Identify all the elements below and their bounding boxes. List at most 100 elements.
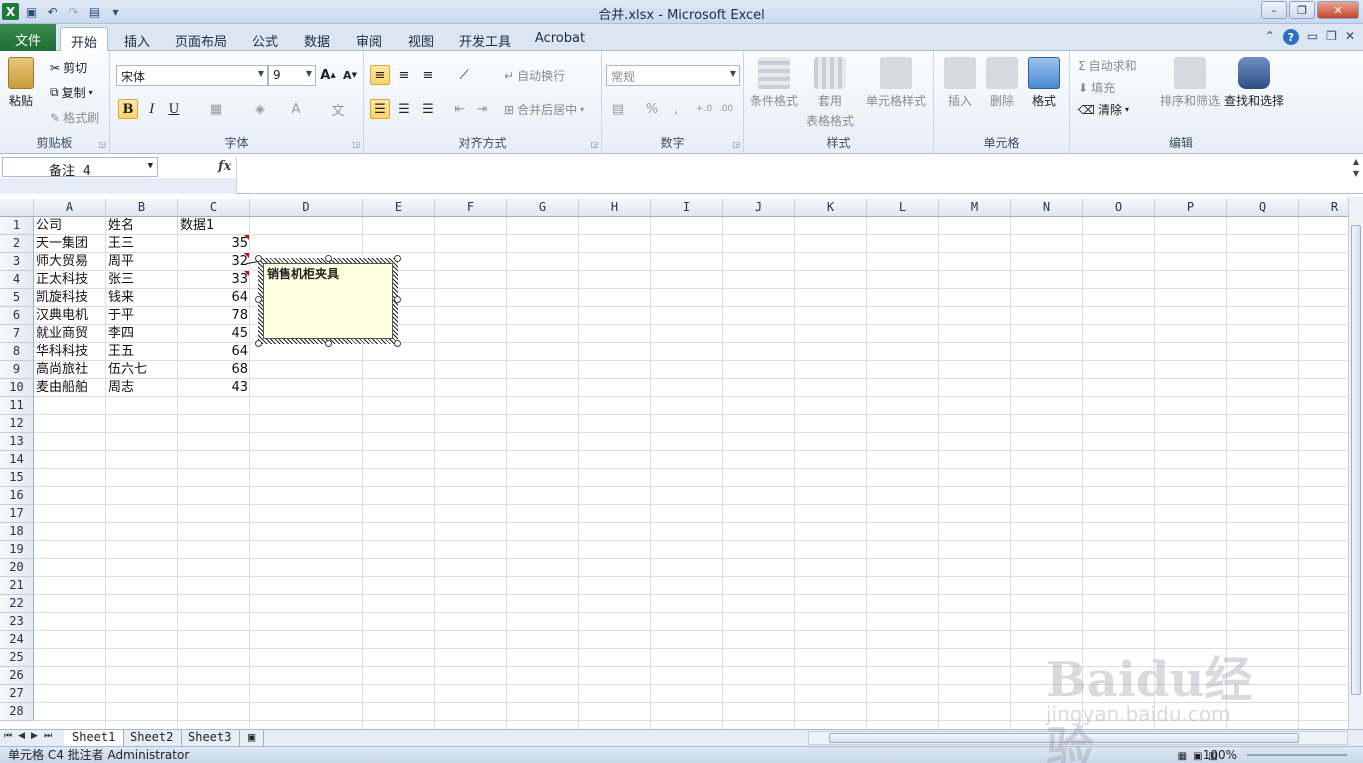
row-header[interactable]: 6 — [0, 307, 34, 325]
row-header[interactable]: 5 — [0, 289, 34, 307]
dialog-launcher-icon[interactable]: ◲ — [98, 140, 106, 149]
autosum-button[interactable]: Σ 自动求和 — [1078, 57, 1137, 74]
row-header[interactable]: 24 — [0, 631, 34, 649]
tab-file[interactable]: 文件 — [0, 24, 56, 51]
resize-handle[interactable] — [325, 255, 332, 262]
table-cell[interactable]: 张三 — [106, 271, 178, 289]
table-cell[interactable]: 凯旋科技 — [34, 289, 106, 307]
cell-styles-button[interactable]: 单元格样式 — [866, 57, 926, 109]
table-cell[interactable]: 汉典电机 — [34, 307, 106, 325]
vertical-scrollbar[interactable] — [1348, 197, 1363, 729]
resize-handle[interactable] — [255, 340, 262, 347]
comma-button[interactable]: , — [666, 99, 686, 119]
row-header[interactable]: 1 — [0, 217, 34, 235]
next-sheet-icon[interactable]: ▶ — [31, 731, 38, 741]
minimize-button[interactable]: – — [1261, 1, 1287, 19]
tab-data[interactable]: 数据 — [296, 27, 338, 51]
orientation-icon[interactable]: ⟋ — [454, 65, 474, 85]
format-as-table-button[interactable]: 套用 表格格式 — [806, 57, 854, 129]
row-header[interactable]: 18 — [0, 523, 34, 541]
row-header[interactable]: 25 — [0, 649, 34, 667]
sheet-tab-sheet2[interactable]: Sheet2 — [122, 730, 183, 746]
column-header[interactable]: Q — [1227, 199, 1299, 217]
row-header[interactable]: 9 — [0, 361, 34, 379]
sheet-tab-sheet1[interactable]: Sheet1 — [64, 730, 125, 746]
column-header[interactable]: H — [579, 199, 651, 217]
tab-formulas[interactable]: 公式 — [244, 27, 286, 51]
column-header[interactable]: A — [34, 199, 106, 217]
phonetic-icon[interactable]: 文 — [328, 99, 348, 119]
row-header[interactable]: 8 — [0, 343, 34, 361]
conditional-format-button[interactable]: 条件格式 — [750, 57, 798, 109]
formula-expand-icon[interactable]: ▲ ▼ — [1349, 156, 1363, 192]
table-cell[interactable]: 78 — [178, 307, 250, 325]
resize-handle[interactable] — [394, 296, 401, 303]
row-header[interactable]: 22 — [0, 595, 34, 613]
italic-button[interactable]: I — [142, 99, 162, 119]
doc-restore-icon[interactable]: ❐ — [1326, 29, 1337, 45]
row-header[interactable]: 13 — [0, 433, 34, 451]
row-header[interactable]: 19 — [0, 541, 34, 559]
table-cell[interactable]: 李四 — [106, 325, 178, 343]
font-name-combo[interactable]: 宋体 ▼ — [116, 65, 268, 86]
tab-home[interactable]: 开始 — [60, 27, 108, 51]
column-header[interactable]: E — [363, 199, 435, 217]
dialog-launcher-icon[interactable]: ◲ — [590, 140, 598, 149]
row-header[interactable]: 26 — [0, 667, 34, 685]
number-format-combo[interactable]: 常规 ▼ — [606, 65, 740, 86]
row-header[interactable]: 4 — [0, 271, 34, 289]
row-header[interactable]: 17 — [0, 505, 34, 523]
insert-function-button[interactable]: fx — [218, 159, 231, 174]
row-header[interactable]: 16 — [0, 487, 34, 505]
dialog-launcher-icon[interactable]: ◲ — [352, 140, 360, 149]
row-header[interactable]: 27 — [0, 685, 34, 703]
column-header[interactable]: F — [435, 199, 507, 217]
tab-page-layout[interactable]: 页面布局 — [168, 27, 234, 51]
bold-button[interactable]: B — [118, 99, 138, 119]
format-cells-button[interactable]: 格式 — [1028, 57, 1060, 109]
comment-text[interactable]: 销售机柜夹具 — [263, 263, 393, 339]
table-cell[interactable]: 68 — [178, 361, 250, 379]
row-header[interactable]: 10 — [0, 379, 34, 397]
row-header[interactable]: 20 — [0, 559, 34, 577]
table-cell[interactable]: 王五 — [106, 343, 178, 361]
column-header[interactable]: D — [250, 199, 363, 217]
align-middle-icon[interactable]: ≡ — [394, 65, 414, 85]
row-header[interactable]: 11 — [0, 397, 34, 415]
resize-handle[interactable] — [325, 340, 332, 347]
font-color-icon[interactable]: A — [286, 99, 306, 119]
align-left-icon[interactable]: ☰ — [370, 99, 390, 119]
last-sheet-icon[interactable]: ⏭ — [44, 731, 52, 741]
percent-button[interactable]: % — [642, 99, 662, 119]
table-cell[interactable]: 钱来 — [106, 289, 178, 307]
align-right-icon[interactable]: ☰ — [418, 99, 438, 119]
align-center-icon[interactable]: ☰ — [394, 99, 414, 119]
table-cell[interactable]: 王三 — [106, 235, 178, 253]
column-header[interactable]: O — [1083, 199, 1155, 217]
align-top-icon[interactable]: ≡ — [370, 65, 390, 85]
resize-handle[interactable] — [394, 340, 401, 347]
decrease-indent-icon[interactable]: ⇤ — [450, 99, 470, 119]
table-cell[interactable]: 麦由船舶 — [34, 379, 106, 397]
paste-button[interactable]: 粘贴 — [8, 57, 34, 109]
fill-button[interactable]: ⬇ 填充 — [1078, 79, 1115, 96]
column-header[interactable]: P — [1155, 199, 1227, 217]
help-icon[interactable]: ? — [1282, 29, 1299, 45]
table-cell[interactable]: 45 — [178, 325, 250, 343]
tab-view[interactable]: 视图 — [400, 27, 442, 51]
table-cell[interactable]: 师大贸易 — [34, 253, 106, 271]
column-header[interactable]: N — [1011, 199, 1083, 217]
doc-close-icon[interactable]: ✕ — [1345, 29, 1355, 45]
doc-minimize-icon[interactable]: ▭ — [1307, 29, 1318, 45]
fill-color-icon[interactable]: ◈ — [250, 99, 270, 119]
increase-indent-icon[interactable]: ⇥ — [472, 99, 492, 119]
accounting-icon[interactable]: ▤ — [608, 99, 628, 119]
underline-button[interactable]: U — [164, 99, 184, 119]
table-cell[interactable]: 华科科技 — [34, 343, 106, 361]
column-header[interactable]: G — [507, 199, 579, 217]
format-painter-button[interactable]: ✎ 格式刷 — [50, 109, 99, 126]
resize-handle[interactable] — [255, 296, 262, 303]
resize-handle[interactable] — [394, 255, 401, 262]
row-header[interactable]: 15 — [0, 469, 34, 487]
column-header[interactable]: K — [795, 199, 867, 217]
